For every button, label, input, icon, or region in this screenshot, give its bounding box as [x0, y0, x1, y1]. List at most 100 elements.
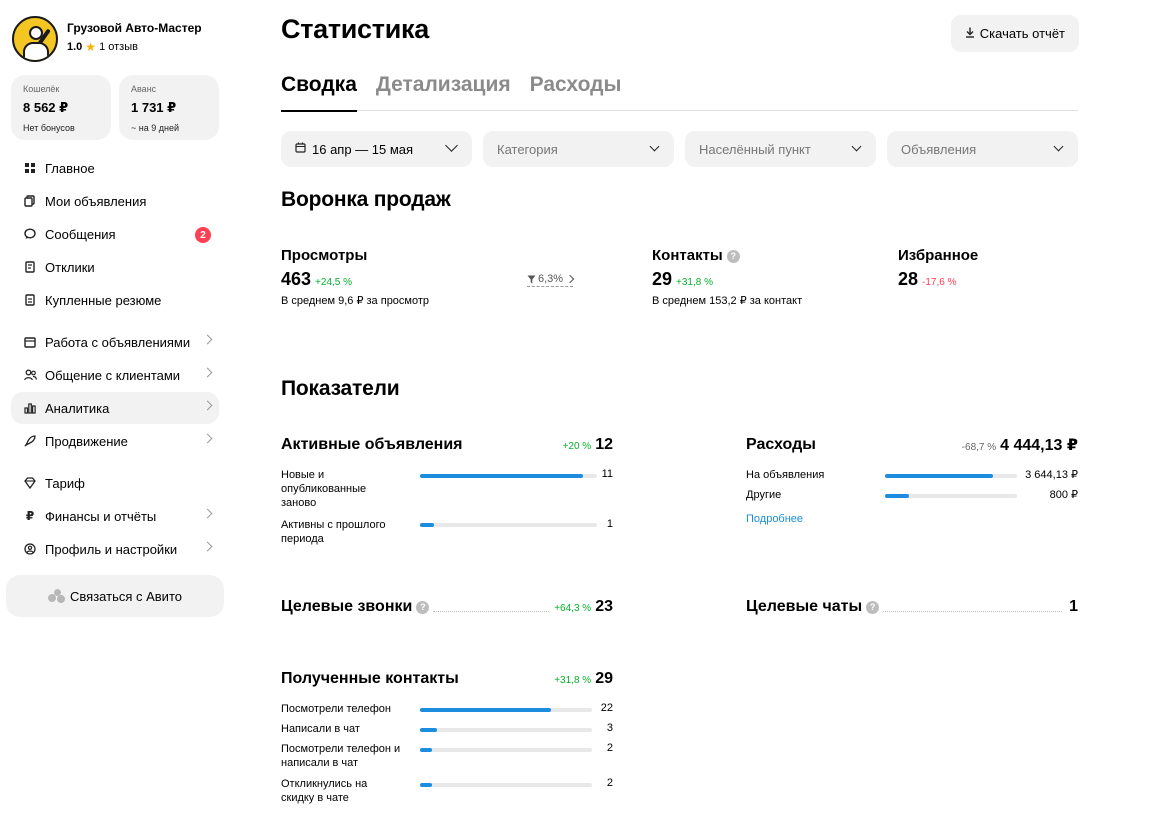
- chevron-right-icon: [202, 400, 213, 411]
- user-circle-icon: [23, 542, 37, 556]
- ads-select[interactable]: Объявления: [887, 131, 1078, 167]
- bar-fill: [420, 783, 433, 787]
- tab-details[interactable]: Детализация: [376, 72, 511, 111]
- wallet-value: 8 562 ₽: [23, 100, 69, 115]
- chevron-right-icon: [202, 508, 213, 519]
- bar-fill: [885, 494, 909, 498]
- wallet-sub: Нет бонусов: [23, 123, 75, 133]
- chevron-right-icon: [202, 541, 213, 552]
- bar-value: 1: [606, 518, 613, 530]
- ads-placeholder: Объявления: [901, 141, 977, 157]
- conversion-link[interactable]: 6,3%: [527, 273, 575, 287]
- bar-value: 11: [601, 468, 613, 480]
- bar-label: Посмотрели телефон: [281, 703, 391, 715]
- views-change: +24,5 %: [315, 277, 353, 288]
- category-select[interactable]: Категория: [483, 131, 674, 167]
- download-report-button[interactable]: Скачать отчёт: [950, 15, 1079, 52]
- copy-icon: [23, 194, 37, 208]
- sidebar-item-finance[interactable]: ₽ Финансы и отчёты: [11, 500, 219, 532]
- bar-label: Откликнулись на скидку в чате: [281, 778, 368, 804]
- sidebar-item-label: Тариф: [45, 475, 85, 491]
- contacts-change: +31,8 %: [676, 277, 714, 288]
- help-icon[interactable]: ?: [866, 600, 880, 614]
- expenses-header: Расходы -68,7 % 4 444,13 ₽: [746, 436, 1078, 454]
- bar-track: [420, 708, 592, 712]
- bar-track: [420, 523, 597, 527]
- document-list-icon: [23, 260, 37, 274]
- tab-summary[interactable]: Сводка: [281, 72, 357, 112]
- bar-fill: [420, 748, 433, 752]
- chevron-right-icon: [202, 367, 213, 378]
- bar-track: [420, 728, 592, 732]
- bar-track: [420, 748, 592, 752]
- profile-header[interactable]: Грузовой Авто-Мастер 1.0 ★ 1 отзыв: [12, 16, 202, 62]
- contact-avito-button[interactable]: Связаться с Авито: [6, 575, 224, 617]
- sidebar-item-clients[interactable]: Общение с клиентами: [11, 359, 219, 391]
- avatar[interactable]: [12, 16, 58, 62]
- sidebar-item-label: Аналитика: [45, 400, 110, 416]
- views-sub: В среднем 9,6 ₽ за просмотр: [281, 295, 430, 307]
- calls-header: Целевые звонки ? +64,3 % 23: [281, 598, 613, 616]
- sidebar-item-label: Главное: [45, 160, 95, 176]
- favorites-value: 28: [898, 269, 919, 289]
- views-value: 463: [281, 269, 312, 289]
- sidebar: Грузовой Авто-Мастер 1.0 ★ 1 отзыв Кошел…: [0, 0, 232, 839]
- ruble-icon: ₽: [25, 509, 35, 523]
- more-link[interactable]: Подробнее: [746, 513, 803, 525]
- chevron-right-icon: [202, 334, 213, 345]
- chevron-down-icon: [1053, 141, 1064, 152]
- date-range-select[interactable]: 16 апр — 15 мая: [281, 131, 472, 167]
- advance-label: Аванс: [131, 84, 157, 94]
- active-ads-change: +20 %: [562, 441, 592, 452]
- bar-row: Посмотрели телефон и написали в чат: [281, 742, 409, 770]
- sidebar-item-my-ads[interactable]: Мои объявления: [11, 185, 219, 217]
- bar-fill: [420, 728, 438, 732]
- sidebar-item-label: Работа с объявлениями: [45, 334, 191, 350]
- sidebar-item-bought-resumes[interactable]: Купленные резюме: [11, 284, 219, 316]
- resume-icon: [23, 293, 37, 307]
- chevron-down-icon: [445, 139, 458, 152]
- sidebar-item-messages[interactable]: Сообщения 2: [11, 218, 219, 250]
- sidebar-item-label: Купленные резюме: [45, 292, 162, 308]
- advance-card[interactable]: Аванс 1 731 ₽ ~ на 9 дней: [119, 75, 219, 140]
- expenses-value: 4 444,13 ₽: [1000, 437, 1078, 454]
- help-icon[interactable]: ?: [416, 600, 430, 614]
- sidebar-item-main[interactable]: Главное: [11, 152, 219, 184]
- sidebar-item-profile-settings[interactable]: Профиль и настройки: [11, 533, 219, 565]
- profile-name[interactable]: Грузовой Авто-Мастер: [67, 20, 202, 36]
- bar-label: Написали в чат: [281, 723, 360, 735]
- sidebar-item-responses[interactable]: Отклики: [11, 251, 219, 283]
- bar-row: На объявления: [746, 468, 866, 482]
- expenses-title: Расходы: [746, 436, 816, 453]
- chevron-down-icon: [851, 141, 862, 152]
- bar-row: Откликнулись на скидку в чате: [281, 777, 381, 805]
- sidebar-item-tariff[interactable]: Тариф: [11, 467, 219, 499]
- sidebar-nav: Главное Мои объявления Сообщения 2 Откли…: [11, 152, 219, 566]
- sidebar-item-analytics[interactable]: Аналитика: [11, 392, 219, 424]
- contacts-value: 29: [652, 269, 673, 289]
- star-icon: ★: [85, 40, 97, 54]
- city-select[interactable]: Населённый пункт: [685, 131, 876, 167]
- profile-rating[interactable]: 1.0 ★ 1 отзыв: [67, 40, 202, 54]
- expenses-change: -68,7 %: [961, 442, 997, 453]
- advance-sub: ~ на 9 дней: [131, 123, 179, 133]
- advance-value: 1 731 ₽: [131, 100, 177, 115]
- calls-change: +64,3 %: [554, 603, 592, 614]
- download-icon: [965, 27, 975, 41]
- wallet-card[interactable]: Кошелёк 8 562 ₽ Нет бонусов: [11, 75, 111, 140]
- sidebar-item-promotion[interactable]: Продвижение: [11, 425, 219, 457]
- rocket-icon: [23, 434, 37, 448]
- chats-title: Целевые чаты: [746, 598, 863, 615]
- chats-value: 1: [1069, 598, 1078, 615]
- sidebar-item-label: Мои объявления: [45, 193, 147, 209]
- indicators-title: Показатели: [281, 377, 400, 400]
- bar-fill: [420, 708, 551, 712]
- sidebar-item-ads-work[interactable]: Работа с объявлениями: [11, 326, 219, 358]
- help-icon[interactable]: ?: [726, 249, 740, 263]
- tab-expenses[interactable]: Расходы: [530, 72, 622, 111]
- bar-fill: [420, 474, 583, 478]
- bar-track: [420, 474, 597, 478]
- calls-title: Целевые звонки: [281, 598, 413, 615]
- bar-row: Написали в чат: [281, 722, 416, 736]
- bar-value: 2: [606, 742, 613, 754]
